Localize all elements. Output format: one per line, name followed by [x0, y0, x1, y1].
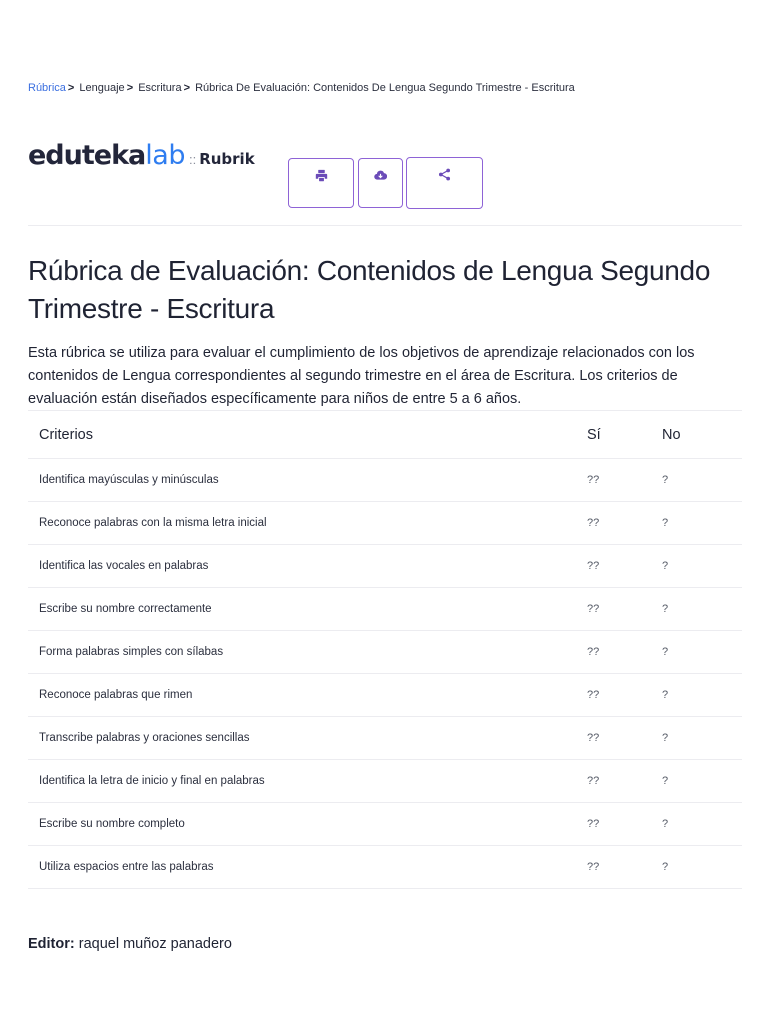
cloud-download-icon	[374, 170, 387, 180]
breadcrumb-separator: >	[126, 82, 134, 94]
criterion-cell: Identifica mayúsculas y minúsculas	[28, 458, 576, 502]
table-row: Identifica mayúsculas y minúsculas???	[28, 458, 742, 502]
eduteka-lab-logo[interactable]: eduteka lab :: Rubrik	[28, 140, 255, 171]
table-row: Reconoce palabras con la misma letra ini…	[28, 501, 742, 545]
si-cell: ??	[576, 802, 651, 846]
criterion-cell: Utiliza espacios entre las palabras	[28, 845, 576, 889]
editor-info: Editor: raquel muñoz panadero	[28, 936, 232, 952]
no-cell: ?	[651, 501, 742, 545]
criteria-table: Criterios Sí No Identifica mayúsculas y …	[28, 410, 742, 889]
breadcrumb-link-rubrica[interactable]: Rúbrica	[28, 82, 66, 94]
logo-separator: ::	[188, 152, 197, 167]
print-icon	[315, 169, 327, 182]
logo-text-eduteka: eduteka	[28, 140, 146, 171]
logo-text-rubrik: Rubrik	[199, 150, 255, 168]
si-cell: ??	[576, 501, 651, 545]
si-cell: ??	[576, 630, 651, 674]
no-cell: ?	[651, 802, 742, 846]
si-cell: ??	[576, 845, 651, 889]
column-header-si: Sí	[576, 410, 651, 459]
table-row: Identifica las vocales en palabras???	[28, 544, 742, 588]
no-cell: ?	[651, 458, 742, 502]
page-title: Rúbrica de Evaluación: Contenidos de Len…	[28, 255, 711, 324]
rubric-description: Esta rúbrica se utiliza para evaluar el …	[28, 345, 695, 407]
header-divider	[28, 225, 742, 226]
criterion-cell: Identifica la letra de inicio y final en…	[28, 759, 576, 803]
criterion-cell: Reconoce palabras con la misma letra ini…	[28, 501, 576, 545]
no-cell: ?	[651, 716, 742, 760]
breadcrumb: Rúbrica > Lenguaje > Escritura > Rúbrica De…	[28, 82, 575, 94]
column-header-no: No	[651, 410, 742, 459]
logo-text-lab: lab	[145, 140, 185, 171]
table-row: Forma palabras simples con sílabas???	[28, 630, 742, 674]
si-cell: ??	[576, 544, 651, 588]
no-cell: ?	[651, 544, 742, 588]
table-row: Transcribe palabras y oraciones sencilla…	[28, 716, 742, 760]
table-row: Escribe su nombre completo???	[28, 802, 742, 846]
si-cell: ??	[576, 458, 651, 502]
breadcrumb-current: Rúbrica De Evaluación: Contenidos De Len…	[195, 82, 575, 94]
print-button[interactable]	[288, 158, 354, 208]
no-cell: ?	[651, 587, 742, 631]
criterion-cell: Reconoce palabras que rimen	[28, 673, 576, 717]
editor-name: raquel muñoz panadero	[78, 936, 232, 952]
breadcrumb-separator: >	[67, 82, 75, 94]
table-row: Escribe su nombre correctamente???	[28, 587, 742, 631]
share-icon	[438, 168, 451, 181]
breadcrumb-link-escritura[interactable]: Escritura	[138, 82, 181, 94]
table-row: Reconoce palabras que rimen???	[28, 673, 742, 717]
table-header-row: Criterios Sí No	[28, 410, 742, 459]
criterion-cell: Forma palabras simples con sílabas	[28, 630, 576, 674]
criterion-cell: Transcribe palabras y oraciones sencilla…	[28, 716, 576, 760]
no-cell: ?	[651, 759, 742, 803]
column-header-criterios: Criterios	[28, 410, 576, 459]
criterion-cell: Identifica las vocales en palabras	[28, 544, 576, 588]
si-cell: ??	[576, 716, 651, 760]
table-row: Utiliza espacios entre las palabras???	[28, 845, 742, 889]
criterion-cell: Escribe su nombre correctamente	[28, 587, 576, 631]
si-cell: ??	[576, 587, 651, 631]
si-cell: ??	[576, 759, 651, 803]
editor-label: Editor:	[28, 936, 75, 952]
breadcrumb-link-lenguaje[interactable]: Lenguaje	[79, 82, 124, 94]
no-cell: ?	[651, 630, 742, 674]
share-button[interactable]	[406, 157, 483, 209]
si-cell: ??	[576, 673, 651, 717]
download-button[interactable]	[358, 158, 403, 208]
table-row: Identifica la letra de inicio y final en…	[28, 759, 742, 803]
criterion-cell: Escribe su nombre completo	[28, 802, 576, 846]
no-cell: ?	[651, 673, 742, 717]
breadcrumb-separator: >	[183, 82, 191, 94]
no-cell: ?	[651, 845, 742, 889]
